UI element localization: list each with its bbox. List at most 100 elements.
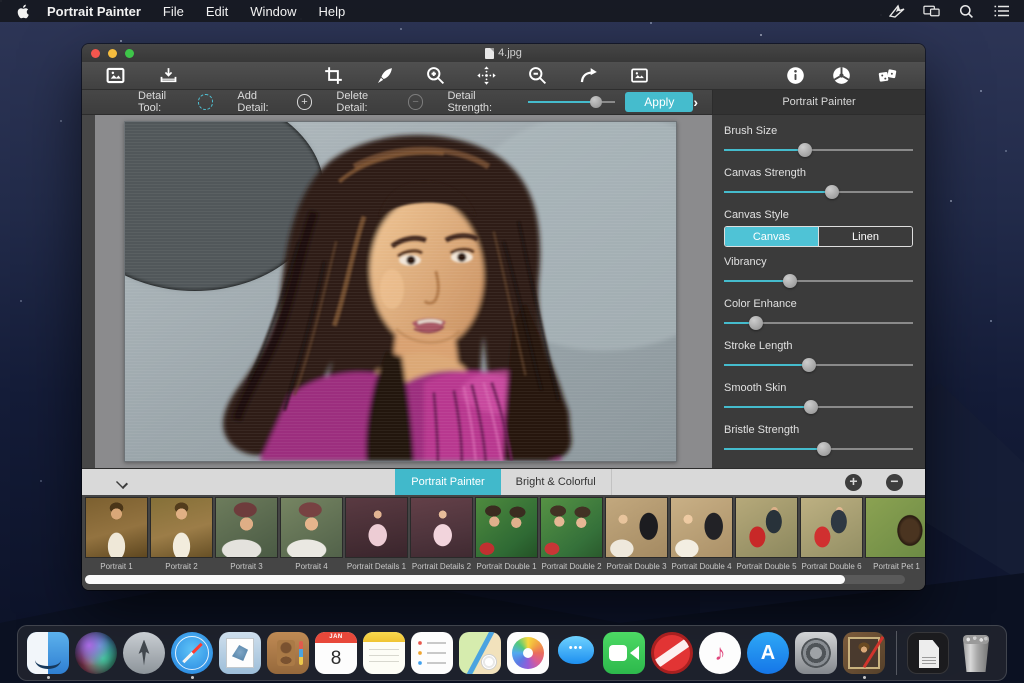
canvas-area[interactable] bbox=[82, 115, 712, 468]
color-enhance-slider[interactable] bbox=[724, 315, 913, 331]
thumbnail-image[interactable] bbox=[280, 497, 343, 558]
preset-thumbnail-portrait-double-3[interactable]: Portrait Double 3 bbox=[605, 497, 668, 571]
preset-thumbnail-portrait-3[interactable]: Portrait 3 bbox=[215, 497, 278, 571]
canvas-strength-slider[interactable] bbox=[724, 184, 913, 200]
canvas-style-segmented-control: CanvasLinen bbox=[724, 226, 913, 247]
menu-list-icon[interactable] bbox=[993, 4, 1010, 19]
dock-siri-icon[interactable] bbox=[74, 627, 118, 679]
preset-thumbnail-portrait-details-1[interactable]: Portrait Details 1 bbox=[345, 497, 408, 571]
dock-reminders-icon[interactable] bbox=[410, 627, 454, 679]
dock-finder-icon[interactable] bbox=[26, 627, 70, 679]
dock-launchpad-icon[interactable] bbox=[122, 627, 166, 679]
add-preset-button[interactable]: + bbox=[845, 474, 862, 491]
menu-item-file[interactable]: File bbox=[163, 4, 184, 19]
thumbnail-image[interactable] bbox=[85, 497, 148, 558]
preset-thumbnail-portrait-1[interactable]: Portrait 1 bbox=[85, 497, 148, 571]
thumbnail-label: Portrait Double 4 bbox=[670, 562, 733, 571]
dock-app-store-icon[interactable]: A bbox=[746, 627, 790, 679]
brush-size-slider[interactable] bbox=[724, 142, 913, 158]
dock-portrait-painter-icon[interactable] bbox=[842, 627, 886, 679]
pan-icon[interactable] bbox=[475, 64, 498, 87]
zoom-in-icon[interactable] bbox=[424, 64, 447, 87]
preset-thumbnail-portrait-double-2[interactable]: Portrait Double 2 bbox=[540, 497, 603, 571]
vibrancy-label: Vibrancy bbox=[724, 256, 913, 268]
thumbnail-image[interactable] bbox=[865, 497, 925, 558]
thumbnail-label: Portrait 3 bbox=[215, 562, 278, 571]
title-bar[interactable]: 4.jpg bbox=[82, 44, 925, 62]
preset-thumbnail-portrait-details-2[interactable]: Portrait Details 2 bbox=[410, 497, 473, 571]
brush-icon[interactable] bbox=[373, 64, 396, 87]
thumbnail-image[interactable] bbox=[475, 497, 538, 558]
randomize-icon[interactable] bbox=[876, 64, 899, 87]
add-detail-label: Add Detail: bbox=[237, 90, 290, 114]
dock-trash-icon[interactable] bbox=[954, 627, 998, 679]
thumbnail-image[interactable] bbox=[670, 497, 733, 558]
remove-preset-button[interactable]: − bbox=[886, 474, 903, 491]
zoom-out-icon[interactable] bbox=[526, 64, 549, 87]
dock-separator bbox=[890, 627, 902, 679]
dock-contacts-icon[interactable] bbox=[266, 627, 310, 679]
preset-thumbnail-portrait-2[interactable]: Portrait 2 bbox=[150, 497, 213, 571]
info-icon[interactable] bbox=[784, 64, 807, 87]
preset-thumbnail-portrait-double-4[interactable]: Portrait Double 4 bbox=[670, 497, 733, 571]
settings-icon[interactable] bbox=[830, 64, 853, 87]
dock-notes-icon[interactable] bbox=[362, 627, 406, 679]
preset-thumbnail-portrait-double-1[interactable]: Portrait Double 1 bbox=[475, 497, 538, 571]
tab-portrait-painter[interactable]: Portrait Painter bbox=[395, 469, 500, 495]
apply-button[interactable]: Apply bbox=[625, 92, 693, 112]
vibrancy-slider[interactable] bbox=[724, 273, 913, 289]
crop-icon[interactable] bbox=[322, 64, 345, 87]
pointer-icon[interactable] bbox=[888, 4, 905, 19]
preset-thumbnail-portrait-double-6[interactable]: Portrait Double 6 bbox=[800, 497, 863, 571]
tab-bright-colorful[interactable]: Bright & Colorful bbox=[501, 469, 612, 495]
add-detail-icon[interactable]: + bbox=[297, 94, 313, 110]
thumbnail-image[interactable] bbox=[540, 497, 603, 558]
dock-itunes-icon[interactable]: ♪ bbox=[698, 627, 742, 679]
thumbnail-image[interactable] bbox=[800, 497, 863, 558]
bristle-strength-slider[interactable] bbox=[724, 441, 913, 457]
canvas-style-linen-button[interactable]: Linen bbox=[818, 227, 912, 246]
image-adjust-icon[interactable] bbox=[628, 64, 651, 87]
spotlight-search-icon[interactable] bbox=[958, 4, 975, 19]
displays-icon[interactable] bbox=[923, 4, 940, 19]
canvas-style-canvas-button[interactable]: Canvas bbox=[725, 227, 818, 246]
menu-app-name[interactable]: Portrait Painter bbox=[47, 4, 141, 19]
thumbnail-image[interactable] bbox=[345, 497, 408, 558]
dock-mail-icon[interactable] bbox=[218, 627, 262, 679]
thumbnail-image[interactable] bbox=[735, 497, 798, 558]
dock-photos-icon[interactable] bbox=[506, 627, 550, 679]
redo-icon[interactable] bbox=[577, 64, 600, 87]
thumbnail-scrollbar[interactable] bbox=[85, 575, 845, 584]
dock-document-icon[interactable] bbox=[906, 627, 950, 679]
dock-system-preferences-icon[interactable] bbox=[794, 627, 838, 679]
export-icon[interactable] bbox=[157, 64, 180, 87]
portrait-painter-window: 4.jpg Detail Tool: Add Detail: + Delete … bbox=[82, 44, 925, 590]
thumbnail-label: Portrait Double 3 bbox=[605, 562, 668, 571]
preset-thumbnail-portrait-4[interactable]: Portrait 4 bbox=[280, 497, 343, 571]
apple-menu-icon[interactable] bbox=[16, 4, 29, 19]
dock-facetime-icon[interactable] bbox=[602, 627, 646, 679]
open-image-icon[interactable] bbox=[104, 64, 127, 87]
thumbnail-image[interactable] bbox=[410, 497, 473, 558]
smooth-skin-slider[interactable] bbox=[724, 399, 913, 415]
menu-item-edit[interactable]: Edit bbox=[206, 4, 228, 19]
thumbnail-image[interactable] bbox=[150, 497, 213, 558]
detail-strength-slider[interactable] bbox=[528, 95, 615, 109]
thumbnail-label: Portrait 2 bbox=[150, 562, 213, 571]
dock-messages-icon[interactable] bbox=[554, 627, 598, 679]
thumbnail-image[interactable] bbox=[605, 497, 668, 558]
painted-portrait-image[interactable] bbox=[124, 121, 677, 462]
detail-tool-icon[interactable] bbox=[198, 94, 214, 110]
preset-thumbnail-portrait-double-5[interactable]: Portrait Double 5 bbox=[735, 497, 798, 571]
stroke-length-slider[interactable] bbox=[724, 357, 913, 373]
dock-restricted-icon[interactable] bbox=[650, 627, 694, 679]
preset-thumbnail-portrait-pet-1[interactable]: Portrait Pet 1 bbox=[865, 497, 925, 571]
dock-safari-icon[interactable] bbox=[170, 627, 214, 679]
delete-detail-icon[interactable]: − bbox=[408, 94, 424, 110]
menu-item-help[interactable]: Help bbox=[319, 4, 346, 19]
menu-item-window[interactable]: Window bbox=[250, 4, 296, 19]
expand-chevron-icon[interactable]: › bbox=[693, 94, 698, 110]
thumbnail-image[interactable] bbox=[215, 497, 278, 558]
dock-maps-icon[interactable] bbox=[458, 627, 502, 679]
dock-calendar-icon[interactable]: JAN8 bbox=[314, 627, 358, 679]
